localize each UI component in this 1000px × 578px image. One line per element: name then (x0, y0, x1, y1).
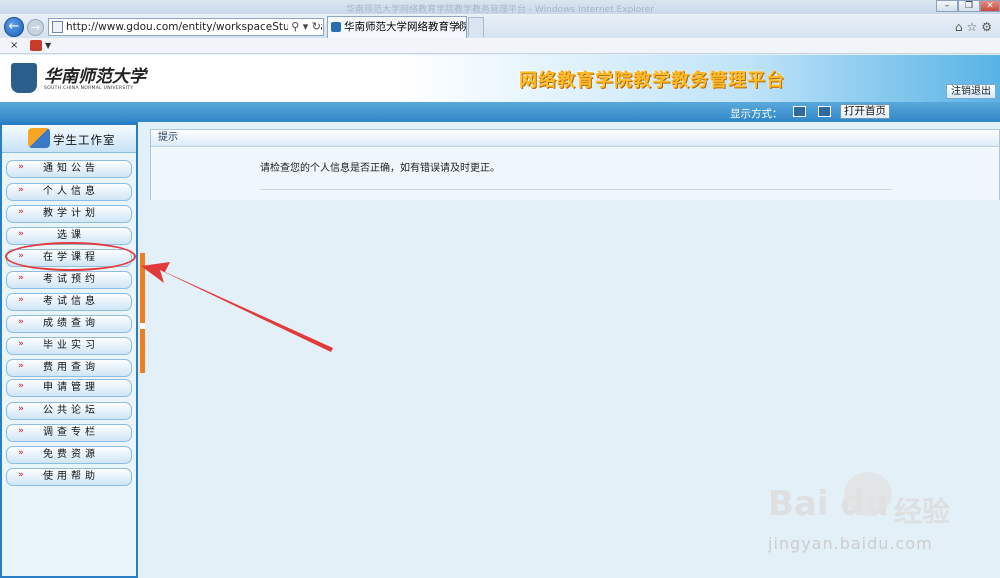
student-workspace-icon (28, 128, 50, 148)
sidebar-item-label: 使用帮助 (43, 471, 99, 482)
command-bar: × ▼ (0, 38, 1000, 54)
sidebar-header: 学生工作室 (2, 125, 136, 153)
open-home-button[interactable]: 打开首页 (840, 104, 890, 119)
maximize-button[interactable]: ❐ (958, 0, 980, 12)
double-chevron-icon: » (18, 295, 24, 305)
logo-subtitle: SOUTH CHINA NORMAL UNIVERSITY (44, 86, 134, 91)
sidebar: 学生工作室 » 通知公告 » 个人信息 » 教学计划 » 选课 » 在学课程 » 考试预约 … (0, 122, 138, 578)
forward-button[interactable]: → (27, 19, 44, 36)
double-chevron-icon: » (18, 317, 24, 327)
sidebar-item-forum[interactable]: » 公共论坛 (6, 402, 132, 420)
double-chevron-icon: » (18, 207, 24, 217)
watermark-url: jingyan.baidu.com (768, 534, 933, 553)
sidebar-item-label: 个人信息 (43, 186, 99, 197)
sidebar-item-label: 免费资源 (43, 449, 99, 460)
sidebar-item-label: 申请管理 (43, 382, 99, 393)
sidebar-item-notice[interactable]: » 通知公告 (6, 160, 132, 178)
sidebar-item-exam-booking[interactable]: » 考试预约 (6, 271, 132, 289)
browser-nav-bar: ← → http://www.gdou.com/entity/workspace… (0, 14, 1000, 38)
display-mode-a-icon[interactable] (793, 106, 806, 117)
panel-title: 提示 (151, 130, 999, 147)
sidebar-title: 学生工作室 (53, 133, 116, 147)
tab-title: 华南师范大学网络教育学院... (344, 21, 467, 33)
sidebar-item-fees[interactable]: » 费用查询 (6, 359, 132, 377)
sidebar-item-label: 考试预约 (43, 274, 99, 285)
university-logo-icon (11, 63, 37, 93)
double-chevron-icon: » (18, 229, 24, 239)
new-tab-button[interactable] (468, 17, 484, 37)
back-button[interactable]: ← (4, 17, 24, 37)
tab-close-icon[interactable]: × (454, 17, 463, 37)
convert-icon[interactable] (30, 40, 42, 51)
double-chevron-icon: » (18, 185, 24, 195)
double-chevron-icon: » (18, 162, 24, 172)
double-chevron-icon: » (18, 339, 24, 349)
sidebar-item-label: 通知公告 (43, 163, 99, 174)
page-icon (52, 21, 63, 33)
baidu-paw-icon (844, 472, 892, 516)
sidebar-item-personal-info[interactable]: » 个人信息 (6, 183, 132, 201)
site-header: 华南师范大学 SOUTH CHINA NORMAL UNIVERSITY 网络教… (0, 55, 1000, 102)
display-mode-label: 显示方式： (730, 108, 783, 120)
sidebar-item-label: 成绩查询 (43, 318, 99, 329)
double-chevron-icon: » (18, 404, 24, 414)
notice-text: 请检查您的个人信息是否正确，如有错误请及时更正。 (260, 163, 500, 174)
sidebar-item-label: 教学计划 (43, 208, 99, 219)
minimize-button[interactable]: – (936, 0, 958, 12)
sidebar-item-label: 公共论坛 (43, 405, 99, 416)
sidebar-item-applications[interactable]: » 申请管理 (6, 379, 132, 397)
collapse-arrow-icon[interactable] (140, 323, 145, 329)
sidebar-item-grades[interactable]: » 成绩查询 (6, 315, 132, 333)
platform-title: 网络教育学院教学教务管理平台 (519, 70, 785, 91)
divider (260, 189, 892, 190)
sidebar-item-label: 毕业实习 (43, 340, 99, 351)
sidebar-item-label: 考试信息 (43, 296, 99, 307)
sidebar-toggle-handle[interactable] (140, 253, 145, 373)
display-mode-b-icon[interactable] (818, 106, 831, 117)
double-chevron-icon: » (18, 273, 24, 283)
double-chevron-icon: » (18, 470, 24, 480)
sidebar-item-label: 费用查询 (43, 362, 99, 373)
sidebar-item-internship[interactable]: » 毕业实习 (6, 337, 132, 355)
browser-title-bar: 华南师范大学网络教育学院教学教务管理平台 - Windows Internet … (0, 0, 1000, 15)
browser-tab[interactable]: 华南师范大学网络教育学院... × (327, 16, 467, 38)
double-chevron-icon: » (18, 381, 24, 391)
toolbar-strip: 显示方式： 打开首页 (0, 102, 1000, 122)
sidebar-item-exam-info[interactable]: » 考试信息 (6, 293, 132, 311)
chevron-down-icon[interactable]: ▼ (45, 38, 51, 53)
double-chevron-icon: » (18, 448, 24, 458)
watermark-cn: 经验 (894, 495, 951, 528)
logout-button[interactable]: 注销退出 (946, 84, 996, 99)
address-text: http://www.gdou.com/entity/workspaceStud… (66, 21, 324, 33)
address-bar[interactable]: http://www.gdou.com/entity/workspaceStud… (48, 18, 324, 36)
close-bar-icon[interactable]: × (10, 38, 18, 53)
tab-favicon-icon (331, 22, 341, 32)
sidebar-item-free-resources[interactable]: » 免费资源 (6, 446, 132, 464)
highlight-circle (5, 242, 136, 271)
sidebar-item-teaching-plan[interactable]: » 教学计划 (6, 205, 132, 223)
home-favorites-tools-icons[interactable]: ⌂☆⚙ (955, 20, 996, 34)
sidebar-item-survey[interactable]: » 调查专栏 (6, 424, 132, 442)
double-chevron-icon: » (18, 426, 24, 436)
sidebar-item-label: 调查专栏 (43, 427, 99, 438)
double-chevron-icon: » (18, 361, 24, 371)
content-panel: 提示 请检查您的个人信息是否正确，如有错误请及时更正。 (150, 129, 1000, 200)
search-refresh-icons[interactable]: ⚲ ▾ ↻ (288, 19, 321, 35)
baidu-watermark: Bai du 经验 jingyan.baidu.com (768, 470, 978, 560)
panel-body: 请检查您的个人信息是否正确，如有错误请及时更正。 (151, 148, 999, 200)
sidebar-item-help[interactable]: » 使用帮助 (6, 468, 132, 486)
close-window-button[interactable]: ✕ (980, 0, 1000, 12)
logo-text: 华南师范大学 (44, 67, 146, 87)
